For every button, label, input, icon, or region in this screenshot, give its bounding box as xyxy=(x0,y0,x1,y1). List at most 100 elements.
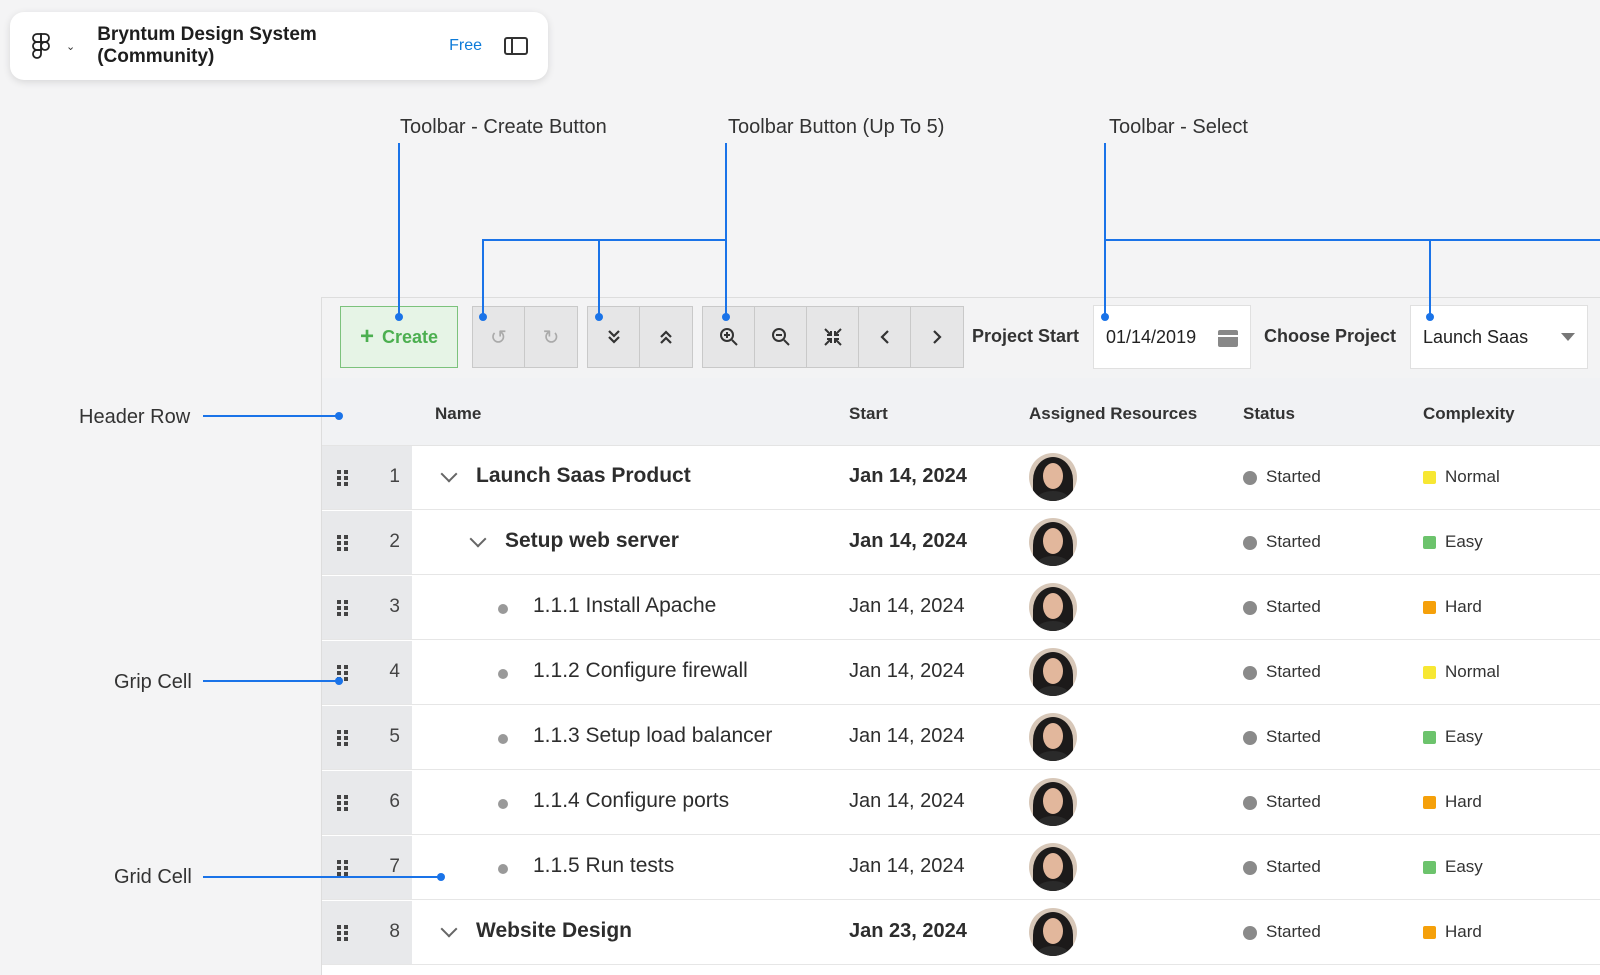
grid-cell-start[interactable]: Jan 14, 2024 xyxy=(849,595,965,618)
grip-cell[interactable]: 5 xyxy=(322,706,412,769)
complexity-swatch-icon xyxy=(1423,731,1436,744)
grid-cell-name[interactable]: 1.1.1 Install Apache xyxy=(533,594,716,618)
grip-cell[interactable]: 2 xyxy=(322,511,412,574)
annotation-toolbar-button: Toolbar Button (Up To 5) xyxy=(728,116,945,138)
sidebar-toggle-icon[interactable] xyxy=(504,37,528,55)
grid-cell-status[interactable]: Started xyxy=(1266,597,1321,617)
column-header-resources[interactable]: Assigned Resources xyxy=(1029,404,1197,424)
grid-cell-status[interactable]: Started xyxy=(1266,662,1321,682)
grid-cell-complexity[interactable]: Normal xyxy=(1445,662,1500,682)
drag-handle-icon[interactable] xyxy=(337,470,349,486)
grip-cell[interactable]: 3 xyxy=(322,576,412,639)
table-row[interactable]: 8 Website Design Jan 23, 2024 Started Ha… xyxy=(322,901,1600,965)
grid-cell-start[interactable]: Jan 14, 2024 xyxy=(849,725,965,748)
leader-dot xyxy=(1426,313,1434,321)
calendar-icon[interactable] xyxy=(1218,327,1238,347)
annotation-header-row: Header Row xyxy=(79,406,191,428)
caret-down-icon xyxy=(1561,333,1575,341)
grid-cell-complexity[interactable]: Easy xyxy=(1445,532,1483,552)
avatar[interactable] xyxy=(1029,778,1077,826)
column-header-start[interactable]: Start xyxy=(849,404,888,424)
grid-cell-status[interactable]: Started xyxy=(1266,727,1321,747)
complexity-swatch-icon xyxy=(1423,796,1436,809)
avatar[interactable] xyxy=(1029,518,1077,566)
zoom-to-fit-icon[interactable] xyxy=(807,307,859,367)
avatar[interactable] xyxy=(1029,648,1077,696)
next-icon[interactable] xyxy=(911,307,963,367)
avatar[interactable] xyxy=(1029,908,1077,956)
grid-cell-name[interactable]: Launch Saas Product xyxy=(476,464,691,488)
table-row[interactable]: 1 Launch Saas Product Jan 14, 2024 Start… xyxy=(322,446,1600,510)
grid-cell-start[interactable]: Jan 14, 2024 xyxy=(849,465,967,488)
project-start-field[interactable]: 01/14/2019 xyxy=(1093,305,1251,369)
grip-cell[interactable]: 8 xyxy=(322,901,412,964)
table-row[interactable]: 7 1.1.5 Run tests Jan 14, 2024 Started E… xyxy=(322,836,1600,900)
chevron-down-icon[interactable] xyxy=(440,468,458,486)
redo-icon[interactable]: ↻ xyxy=(525,307,577,367)
table-row[interactable]: 5 1.1.3 Setup load balancer Jan 14, 2024… xyxy=(322,706,1600,770)
row-number: 2 xyxy=(389,531,400,552)
grid-cell-status[interactable]: Started xyxy=(1266,467,1321,487)
row-number: 5 xyxy=(389,726,400,747)
grid-cell-status[interactable]: Started xyxy=(1266,532,1321,552)
undo-redo-group: ↺ ↻ xyxy=(472,306,578,368)
grid-cell-name[interactable]: 1.1.4 Configure ports xyxy=(533,789,729,813)
drag-handle-icon[interactable] xyxy=(337,600,349,616)
grid-cell-name[interactable]: 1.1.5 Run tests xyxy=(533,854,674,878)
grid-cell-complexity[interactable]: Hard xyxy=(1445,792,1482,812)
leader-dot xyxy=(335,412,343,420)
grid-cell-complexity[interactable]: Hard xyxy=(1445,922,1482,942)
column-header-status[interactable]: Status xyxy=(1243,404,1295,424)
avatar[interactable] xyxy=(1029,453,1077,501)
file-title: Bryntum Design System (Community) xyxy=(97,24,317,67)
drag-handle-icon[interactable] xyxy=(337,925,349,941)
choose-project-value: Launch Saas xyxy=(1423,326,1529,347)
table-row[interactable]: 3 1.1.1 Install Apache Jan 14, 2024 Star… xyxy=(322,576,1600,640)
collapse-all-icon[interactable] xyxy=(640,307,692,367)
drag-handle-icon[interactable] xyxy=(337,730,349,746)
zoom-out-icon[interactable] xyxy=(755,307,807,367)
grip-cell[interactable]: 7 xyxy=(322,836,412,899)
avatar[interactable] xyxy=(1029,583,1077,631)
grid-cell-name[interactable]: Website Design xyxy=(476,919,632,943)
grid-cell-start[interactable]: Jan 14, 2024 xyxy=(849,855,965,878)
grid-cell-name[interactable]: 1.1.3 Setup load balancer xyxy=(533,724,772,748)
chevron-down-icon[interactable] xyxy=(440,923,458,941)
grid-cell-complexity[interactable]: Easy xyxy=(1445,857,1483,877)
figma-menu[interactable] xyxy=(32,33,66,59)
table-row[interactable]: 4 1.1.2 Configure firewall Jan 14, 2024 … xyxy=(322,641,1600,705)
leader-line xyxy=(203,680,341,682)
drag-handle-icon[interactable] xyxy=(337,535,349,551)
chevron-down-icon[interactable] xyxy=(469,533,487,551)
column-header-complexity[interactable]: Complexity xyxy=(1423,404,1515,424)
status-dot-icon xyxy=(1243,666,1257,680)
grid-cell-complexity[interactable]: Hard xyxy=(1445,597,1482,617)
grid-cell-status[interactable]: Started xyxy=(1266,792,1321,812)
grid-cell-name[interactable]: 1.1.2 Configure firewall xyxy=(533,659,748,683)
choose-project-select[interactable]: Launch Saas xyxy=(1410,305,1588,369)
grip-cell[interactable]: 6 xyxy=(322,771,412,834)
status-dot-icon xyxy=(1243,926,1257,940)
grip-cell[interactable]: 1 xyxy=(322,446,412,509)
column-header-name[interactable]: Name xyxy=(435,404,481,424)
status-dot-icon xyxy=(1243,731,1257,745)
grid-cell-status[interactable]: Started xyxy=(1266,857,1321,877)
grid-cell-status[interactable]: Started xyxy=(1266,922,1321,942)
grid-cell-complexity[interactable]: Easy xyxy=(1445,727,1483,747)
avatar[interactable] xyxy=(1029,713,1077,761)
table-row[interactable]: 6 1.1.4 Configure ports Jan 14, 2024 Sta… xyxy=(322,771,1600,835)
chevron-down-icon[interactable]: ⌄ xyxy=(66,40,75,53)
grid-cell-start[interactable]: Jan 23, 2024 xyxy=(849,920,967,943)
grid-cell-name[interactable]: Setup web server xyxy=(505,529,679,553)
grid-cell-start[interactable]: Jan 14, 2024 xyxy=(849,790,965,813)
grid-cell-complexity[interactable]: Normal xyxy=(1445,467,1500,487)
previous-icon[interactable] xyxy=(859,307,911,367)
table-row[interactable]: 2 Setup web server Jan 14, 2024 Started … xyxy=(322,511,1600,575)
grid-cell-start[interactable]: Jan 14, 2024 xyxy=(849,660,965,683)
grid-cell-start[interactable]: Jan 14, 2024 xyxy=(849,530,967,553)
grip-cell[interactable]: 4 xyxy=(322,641,412,704)
row-number: 4 xyxy=(389,661,400,682)
drag-handle-icon[interactable] xyxy=(337,860,349,876)
drag-handle-icon[interactable] xyxy=(337,795,349,811)
avatar[interactable] xyxy=(1029,843,1077,891)
